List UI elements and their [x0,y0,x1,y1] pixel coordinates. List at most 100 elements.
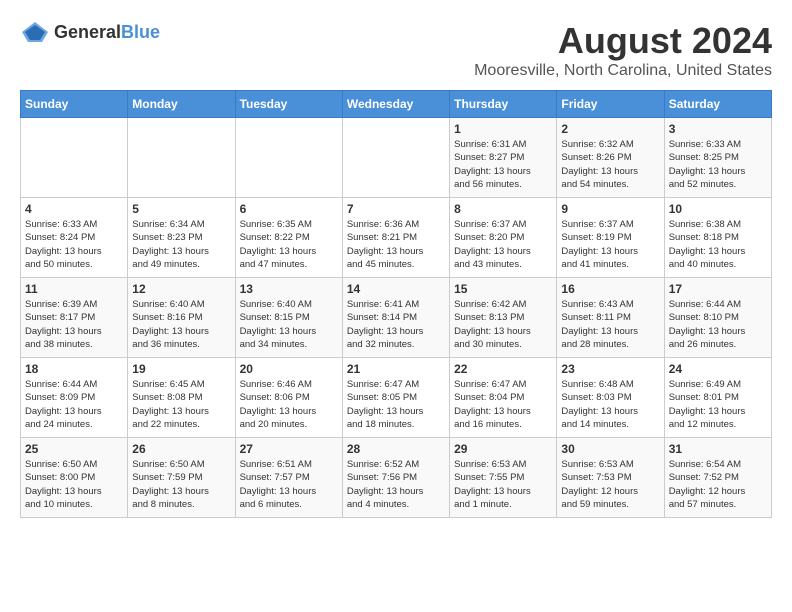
week-row-5: 25 Sunrise: 6:50 AM Sunset: 8:00 PM Dayli… [21,438,772,518]
day-info: Sunrise: 6:45 AM Sunset: 8:08 PM Dayligh… [132,378,230,431]
header-wednesday: Wednesday [342,91,449,118]
table-cell: 4 Sunrise: 6:33 AM Sunset: 8:24 PM Daylig… [21,198,128,278]
table-cell: 14Sunrise: 6:41 AM Sunset: 8:14 PM Dayli… [342,278,449,358]
calendar-subtitle: Mooresville, North Carolina, United Stat… [474,62,772,80]
day-number: 17 [669,282,767,296]
table-cell: 17Sunrise: 6:44 AM Sunset: 8:10 PM Dayli… [664,278,771,358]
calendar-title: August 2024 [474,20,772,62]
table-cell: 29 Sunrise: 6:53 AM Sunset: 7:55 PM Dayli… [450,438,557,518]
day-number: 22 [454,362,552,376]
table-cell: 8 Sunrise: 6:37 AM Sunset: 8:20 PM Daylig… [450,198,557,278]
table-cell: 27 Sunrise: 6:51 AM Sunset: 7:57 PM Dayli… [235,438,342,518]
day-number: 23 [561,362,659,376]
table-cell: 19 Sunrise: 6:45 AM Sunset: 8:08 PM Dayli… [128,358,235,438]
day-info: Sunrise: 6:38 AM Sunset: 8:18 PM Dayligh… [669,218,767,271]
day-number: 27 [240,442,338,456]
logo: GeneralBlue [20,20,160,44]
calendar-table: SundayMondayTuesdayWednesdayThursdayFrid… [20,90,772,518]
day-info: Sunrise: 6:49 AM Sunset: 8:01 PM Dayligh… [669,378,767,431]
day-info: Sunrise: 6:44 AM Sunset: 8:09 PM Dayligh… [25,378,123,431]
day-number: 15 [454,282,552,296]
table-cell: 6Sunrise: 6:35 AM Sunset: 8:22 PM Daylig… [235,198,342,278]
day-info: Sunrise: 6:40 AM Sunset: 8:16 PM Dayligh… [132,298,230,351]
table-cell: 21 Sunrise: 6:47 AM Sunset: 8:05 PM Dayli… [342,358,449,438]
day-number: 11 [25,282,123,296]
table-cell: 24Sunrise: 6:49 AM Sunset: 8:01 PM Dayli… [664,358,771,438]
day-info: Sunrise: 6:31 AM Sunset: 8:27 PM Dayligh… [454,138,552,191]
table-cell: 20 Sunrise: 6:46 AM Sunset: 8:06 PM Dayli… [235,358,342,438]
table-cell: 28 Sunrise: 6:52 AM Sunset: 7:56 PM Dayli… [342,438,449,518]
table-cell: 31 Sunrise: 6:54 AM Sunset: 7:52 PM Dayli… [664,438,771,518]
day-number: 20 [240,362,338,376]
day-number: 8 [454,202,552,216]
day-number: 9 [561,202,659,216]
day-number: 1 [454,122,552,136]
table-cell: 16Sunrise: 6:43 AM Sunset: 8:11 PM Dayli… [557,278,664,358]
logo-icon [20,20,50,44]
day-info: Sunrise: 6:33 AM Sunset: 8:24 PM Dayligh… [25,218,123,271]
day-number: 13 [240,282,338,296]
day-number: 10 [669,202,767,216]
week-row-1: 1 Sunrise: 6:31 AM Sunset: 8:27 PM Daylig… [21,118,772,198]
logo-general: General [54,22,121,42]
week-row-2: 4 Sunrise: 6:33 AM Sunset: 8:24 PM Daylig… [21,198,772,278]
week-row-4: 18 Sunrise: 6:44 AM Sunset: 8:09 PM Dayli… [21,358,772,438]
day-number: 18 [25,362,123,376]
day-number: 4 [25,202,123,216]
table-cell: 26 Sunrise: 6:50 AM Sunset: 7:59 PM Dayli… [128,438,235,518]
header-monday: Monday [128,91,235,118]
header-sunday: Sunday [21,91,128,118]
day-info: Sunrise: 6:37 AM Sunset: 8:19 PM Dayligh… [561,218,659,271]
day-number: 31 [669,442,767,456]
day-info: Sunrise: 6:34 AM Sunset: 8:23 PM Dayligh… [132,218,230,271]
days-header-row: SundayMondayTuesdayWednesdayThursdayFrid… [21,91,772,118]
table-cell: 22 Sunrise: 6:47 AM Sunset: 8:04 PM Dayli… [450,358,557,438]
table-cell: 11Sunrise: 6:39 AM Sunset: 8:17 PM Dayli… [21,278,128,358]
day-number: 30 [561,442,659,456]
day-info: Sunrise: 6:37 AM Sunset: 8:20 PM Dayligh… [454,218,552,271]
day-info: Sunrise: 6:47 AM Sunset: 8:05 PM Dayligh… [347,378,445,431]
header-tuesday: Tuesday [235,91,342,118]
table-cell: 13Sunrise: 6:40 AM Sunset: 8:15 PM Dayli… [235,278,342,358]
page-header: GeneralBlue August 2024 Mooresville, Nor… [20,20,772,80]
day-info: Sunrise: 6:42 AM Sunset: 8:13 PM Dayligh… [454,298,552,351]
table-cell: 15 Sunrise: 6:42 AM Sunset: 8:13 PM Dayli… [450,278,557,358]
day-info: Sunrise: 6:50 AM Sunset: 7:59 PM Dayligh… [132,458,230,511]
day-info: Sunrise: 6:54 AM Sunset: 7:52 PM Dayligh… [669,458,767,511]
table-cell [342,118,449,198]
day-info: Sunrise: 6:47 AM Sunset: 8:04 PM Dayligh… [454,378,552,431]
day-number: 12 [132,282,230,296]
table-cell: 5 Sunrise: 6:34 AM Sunset: 8:23 PM Daylig… [128,198,235,278]
day-info: Sunrise: 6:52 AM Sunset: 7:56 PM Dayligh… [347,458,445,511]
table-cell [128,118,235,198]
header-thursday: Thursday [450,91,557,118]
table-cell: 1 Sunrise: 6:31 AM Sunset: 8:27 PM Daylig… [450,118,557,198]
day-number: 25 [25,442,123,456]
day-number: 5 [132,202,230,216]
table-cell: 10 Sunrise: 6:38 AM Sunset: 8:18 PM Dayli… [664,198,771,278]
logo-blue: Blue [121,22,160,42]
day-number: 3 [669,122,767,136]
day-info: Sunrise: 6:32 AM Sunset: 8:26 PM Dayligh… [561,138,659,191]
day-info: Sunrise: 6:46 AM Sunset: 8:06 PM Dayligh… [240,378,338,431]
day-info: Sunrise: 6:50 AM Sunset: 8:00 PM Dayligh… [25,458,123,511]
day-number: 14 [347,282,445,296]
day-info: Sunrise: 6:51 AM Sunset: 7:57 PM Dayligh… [240,458,338,511]
day-number: 29 [454,442,552,456]
day-info: Sunrise: 6:48 AM Sunset: 8:03 PM Dayligh… [561,378,659,431]
table-cell: 2Sunrise: 6:32 AM Sunset: 8:26 PM Daylig… [557,118,664,198]
table-cell: 30 Sunrise: 6:53 AM Sunset: 7:53 PM Dayli… [557,438,664,518]
day-info: Sunrise: 6:53 AM Sunset: 7:55 PM Dayligh… [454,458,552,511]
day-number: 6 [240,202,338,216]
table-cell: 12 Sunrise: 6:40 AM Sunset: 8:16 PM Dayli… [128,278,235,358]
header-saturday: Saturday [664,91,771,118]
day-number: 19 [132,362,230,376]
table-cell [235,118,342,198]
day-number: 7 [347,202,445,216]
day-info: Sunrise: 6:53 AM Sunset: 7:53 PM Dayligh… [561,458,659,511]
day-number: 26 [132,442,230,456]
day-number: 21 [347,362,445,376]
header-friday: Friday [557,91,664,118]
table-cell: 18 Sunrise: 6:44 AM Sunset: 8:09 PM Dayli… [21,358,128,438]
day-number: 28 [347,442,445,456]
